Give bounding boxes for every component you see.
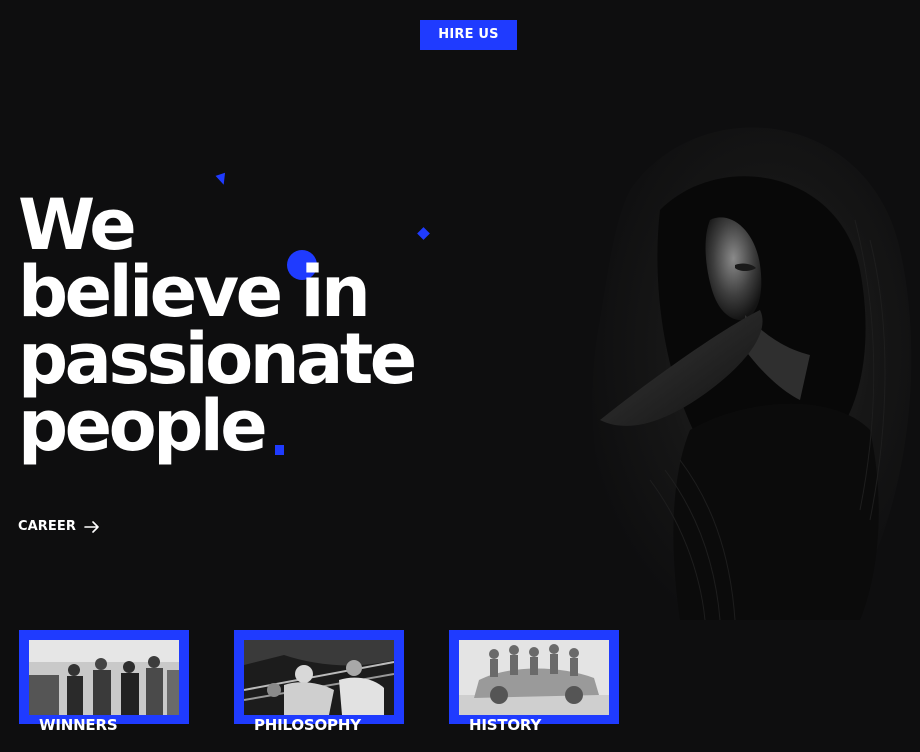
card-winners[interactable]: WINNERS bbox=[19, 630, 189, 734]
hero-portrait-image bbox=[592, 127, 912, 621]
card-label-philosophy: PHILOSOPHY bbox=[254, 716, 361, 734]
triangle-accent-icon bbox=[215, 172, 229, 187]
period-accent-icon bbox=[275, 445, 284, 455]
career-link[interactable]: CAREER bbox=[18, 519, 100, 534]
card-label-history: HISTORY bbox=[469, 716, 542, 734]
headline-line-2: believe in bbox=[18, 251, 371, 333]
hero-headline: We believe in passionate people bbox=[18, 184, 417, 467]
card-philosophy[interactable]: PHILOSOPHY bbox=[234, 630, 404, 734]
career-label: CAREER bbox=[18, 519, 76, 534]
street-crowd-photo bbox=[29, 640, 179, 715]
arrow-right-icon bbox=[84, 520, 99, 533]
boxing-photo bbox=[244, 640, 394, 715]
sculpture-car-photo bbox=[459, 640, 609, 715]
diamond-accent-icon bbox=[417, 227, 430, 240]
headline-line-3: passionate bbox=[18, 318, 417, 400]
card-history[interactable]: HISTORY bbox=[449, 630, 619, 734]
headline-line-4: people bbox=[18, 385, 268, 467]
card-label-winners: WINNERS bbox=[39, 716, 118, 734]
headline-line-1: We bbox=[18, 184, 137, 266]
hire-us-button[interactable]: HIRE US bbox=[420, 20, 517, 50]
